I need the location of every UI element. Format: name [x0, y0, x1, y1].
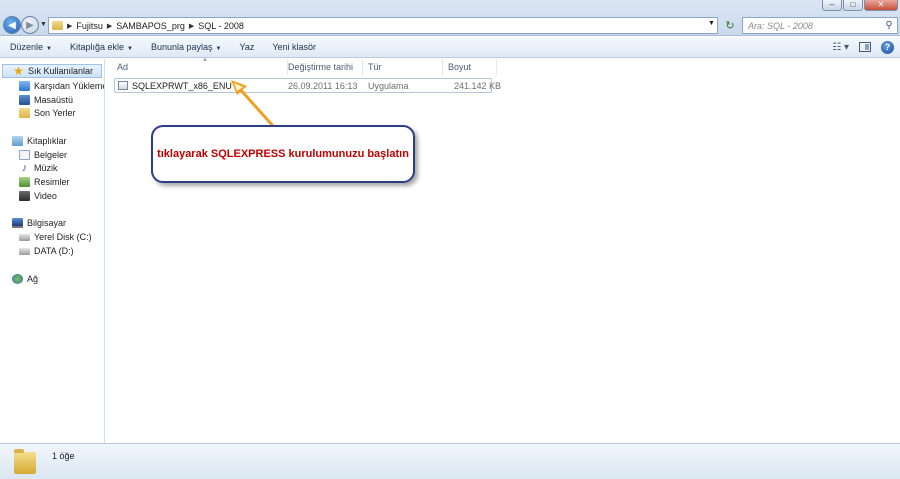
close-button[interactable]: ✕ — [864, 0, 898, 11]
nav-documents[interactable]: Belgeler — [19, 148, 67, 162]
nav-desktop[interactable]: Masaüstü — [19, 93, 73, 107]
help-icon[interactable]: ? — [881, 40, 894, 54]
title-bar: – □ ✕ ◀ ▶ ▼ ▶ Fujitsu ▶ SAMBAPOS_prg ▶ S… — [0, 0, 900, 36]
breadcrumb-fujitsu[interactable]: Fujitsu — [76, 21, 103, 31]
breadcrumb-sql-2008[interactable]: SQL - 2008 — [198, 21, 244, 31]
nav-libraries[interactable]: Kitaplıklar — [12, 134, 67, 148]
column-header-size[interactable]: Boyut — [443, 59, 497, 75]
nav-music[interactable]: ♪ Müzik — [19, 161, 58, 175]
nav-recent-places-label: Son Yerler — [34, 108, 76, 118]
sort-ascending-icon: ▲ — [202, 57, 208, 63]
nav-local-disk[interactable]: Yerel Disk (C:) — [19, 230, 92, 244]
annotation-arrow — [231, 80, 275, 128]
network-icon — [12, 274, 23, 284]
file-size: 241.142 KB — [454, 81, 502, 91]
nav-pictures-label: Resimler — [34, 177, 70, 187]
nav-local-disk-label: Yerel Disk (C:) — [34, 232, 92, 242]
include-in-library-menu[interactable]: Kitaplığa ekle ▼ — [70, 42, 133, 52]
folder-icon — [52, 21, 63, 30]
back-button[interactable]: ◀ — [3, 16, 21, 34]
column-header-name[interactable]: Ad ▲ — [112, 57, 288, 75]
desktop-icon — [19, 95, 30, 105]
nav-recent-places[interactable]: Son Yerler — [19, 106, 76, 120]
nav-documents-label: Belgeler — [34, 150, 68, 160]
include-in-library-label: Kitaplığa ekle — [69, 42, 125, 52]
hard-disk-icon — [19, 247, 30, 255]
back-arrow-icon: ◀ — [8, 19, 16, 31]
file-row[interactable]: SQLEXPRWT_x86_ENU 26.09.2011 16:13 Uygul… — [114, 78, 501, 93]
nav-computer-label: Bilgisayar — [27, 218, 67, 228]
nav-libraries-label: Kitaplıklar — [27, 136, 67, 146]
downloads-icon — [19, 81, 30, 91]
recent-pages-dropdown[interactable]: ▼ — [40, 21, 47, 28]
navigation-pane: ★ Sık Kullanılanlar Karşıdan Yüklemeler … — [0, 59, 105, 443]
burn-button[interactable]: Yaz — [239, 42, 254, 52]
nav-computer[interactable]: Bilgisayar — [12, 216, 66, 230]
recent-places-icon — [19, 108, 30, 118]
music-note-icon: ♪ — [21, 162, 28, 174]
refresh-icon: ↻ — [725, 20, 735, 32]
file-type: Uygulama — [368, 81, 409, 91]
column-header-type[interactable]: Tür — [363, 59, 443, 75]
hard-disk-icon — [19, 233, 30, 241]
nav-data-disk-label: DATA (D:) — [34, 246, 74, 256]
organize-label: Düzenle — [10, 42, 44, 52]
search-input[interactable]: Ara: SQL - 2008 — [748, 21, 881, 31]
details-pane: 1 öğe — [0, 443, 900, 479]
chevron-right-icon[interactable]: ▶ — [107, 22, 112, 30]
command-bar: Düzenle ▼ Kitaplığa ekle ▼ Bununla paylaş ▼… — [0, 37, 900, 58]
nav-videos-label: Video — [34, 191, 57, 201]
nav-downloads[interactable]: Karşıdan Yüklemeler — [19, 79, 104, 93]
nav-music-label: Müzik — [34, 163, 58, 173]
pictures-icon — [19, 177, 30, 187]
minimize-button[interactable]: – — [822, 0, 842, 11]
nav-desktop-label: Masaüstü — [34, 95, 74, 105]
libraries-icon — [12, 136, 23, 146]
forward-button[interactable]: ▶ — [21, 16, 39, 34]
maximize-button[interactable]: □ — [843, 0, 863, 11]
refresh-button[interactable]: ↻ — [722, 18, 738, 33]
nav-pictures[interactable]: Resimler — [19, 175, 70, 189]
file-date: 26.09.2011 16:13 — [288, 81, 358, 91]
documents-icon — [19, 150, 30, 160]
forward-arrow-icon: ▶ — [26, 19, 34, 31]
file-name: SQLEXPRWT_x86_ENU — [132, 80, 232, 91]
preview-pane-icon[interactable] — [859, 42, 871, 52]
search-box[interactable]: Ara: SQL - 2008 ⚲ — [742, 17, 898, 34]
chevron-right-icon[interactable]: ▶ — [189, 22, 194, 30]
item-count: 1 öğe — [52, 451, 75, 461]
folder-icon — [14, 449, 36, 474]
application-icon — [118, 81, 128, 90]
nav-favorites-label: Sık Kullanılanlar — [28, 66, 94, 76]
chevron-down-icon: ▼ — [215, 46, 222, 52]
address-bar[interactable]: ▶ Fujitsu ▶ SAMBAPOS_prg ▶ SQL - 2008 — [48, 17, 718, 34]
share-with-label: Bununla paylaş — [150, 42, 213, 52]
video-icon — [19, 191, 30, 201]
computer-icon — [12, 218, 23, 228]
organize-menu[interactable]: Düzenle ▼ — [10, 42, 52, 52]
nav-network[interactable]: Ağ — [12, 272, 38, 286]
star-icon: ★ — [13, 64, 24, 78]
chevron-down-icon: ▼ — [127, 46, 133, 52]
share-with-menu[interactable]: Bununla paylaş ▼ — [151, 42, 222, 52]
nav-videos[interactable]: Video — [19, 189, 57, 203]
column-header-date[interactable]: Değiştirme tarihi — [283, 59, 363, 75]
nav-network-label: Ağ — [27, 274, 39, 284]
search-icon[interactable]: ⚲ — [881, 20, 897, 31]
callout-text: tıklayarak SQLEXPRESS kurulumunuzu başla… — [157, 148, 409, 160]
nav-data-disk[interactable]: DATA (D:) — [19, 244, 74, 258]
breadcrumb-sambapos[interactable]: SAMBAPOS_prg — [116, 21, 185, 31]
chevron-right-icon[interactable]: ▶ — [67, 22, 72, 30]
column-header-name-label: Ad — [117, 62, 129, 72]
nav-favorites[interactable]: ★ Sık Kullanılanlar — [2, 64, 102, 78]
address-dropdown[interactable]: ▼ — [708, 20, 715, 27]
chevron-down-icon: ▼ — [46, 46, 52, 52]
nav-downloads-label: Karşıdan Yüklemeler — [34, 81, 104, 91]
new-folder-button[interactable]: Yeni klasör — [272, 42, 316, 52]
instruction-callout: tıklayarak SQLEXPRESS kurulumunuzu başla… — [151, 125, 415, 183]
change-view-icon[interactable]: ☷ ▾ — [832, 42, 849, 53]
window-controls: – □ ✕ — [822, 0, 898, 12]
